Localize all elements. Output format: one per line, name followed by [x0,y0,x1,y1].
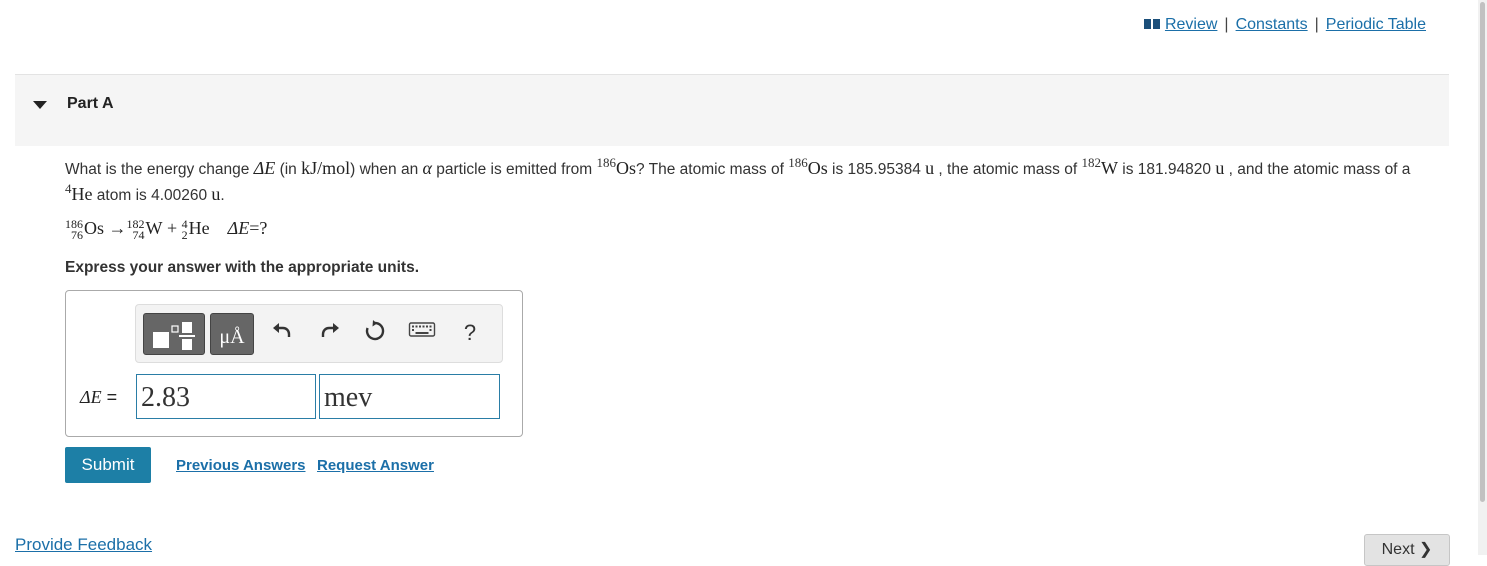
templates-button[interactable] [143,313,205,355]
instruction-text: Express your answer with the appropriate… [65,259,420,276]
units-button[interactable]: μÅ [210,313,254,355]
units-input[interactable]: mev [319,374,500,419]
help-button[interactable]: ? [456,319,484,347]
value-input[interactable]: 2.83 [136,374,316,419]
collapse-caret-icon[interactable] [33,101,47,109]
book-icon [1143,17,1161,35]
scrollbar-thumb[interactable] [1480,2,1485,502]
math-toolbar: μÅ ? [135,304,503,363]
constants-link[interactable]: Constants [1236,16,1308,33]
undo-icon[interactable] [268,319,296,347]
next-button[interactable]: Next ❯ [1364,534,1450,566]
question-text: What is the energy change ΔE (in kJ/mol)… [65,155,1411,204]
part-title: Part A [67,95,114,112]
answer-label: ΔE = [80,387,118,407]
request-answer-link[interactable]: Request Answer [317,457,434,474]
redo-icon[interactable] [316,319,344,347]
reset-icon[interactable] [361,319,389,347]
vertical-scrollbar[interactable] [1478,0,1487,555]
part-header[interactable]: Part A [15,74,1449,146]
review-link[interactable]: Review [1143,16,1217,35]
periodic-table-link[interactable]: Periodic Table [1326,16,1426,33]
submit-button[interactable]: Submit [65,447,151,483]
keyboard-icon[interactable] [407,319,437,347]
answer-box: μÅ ? ΔE = 2.83 mev [65,290,523,437]
provide-feedback-link[interactable]: Provide Feedback [15,535,152,555]
nuclear-equation: 186 76 Os → 182 74 W + 4 2 He ΔE=? [65,216,268,242]
templates-icon [153,322,195,350]
resource-links: Review | Constants | Periodic Table [1143,16,1426,35]
previous-answers-link[interactable]: Previous Answers [176,457,306,474]
